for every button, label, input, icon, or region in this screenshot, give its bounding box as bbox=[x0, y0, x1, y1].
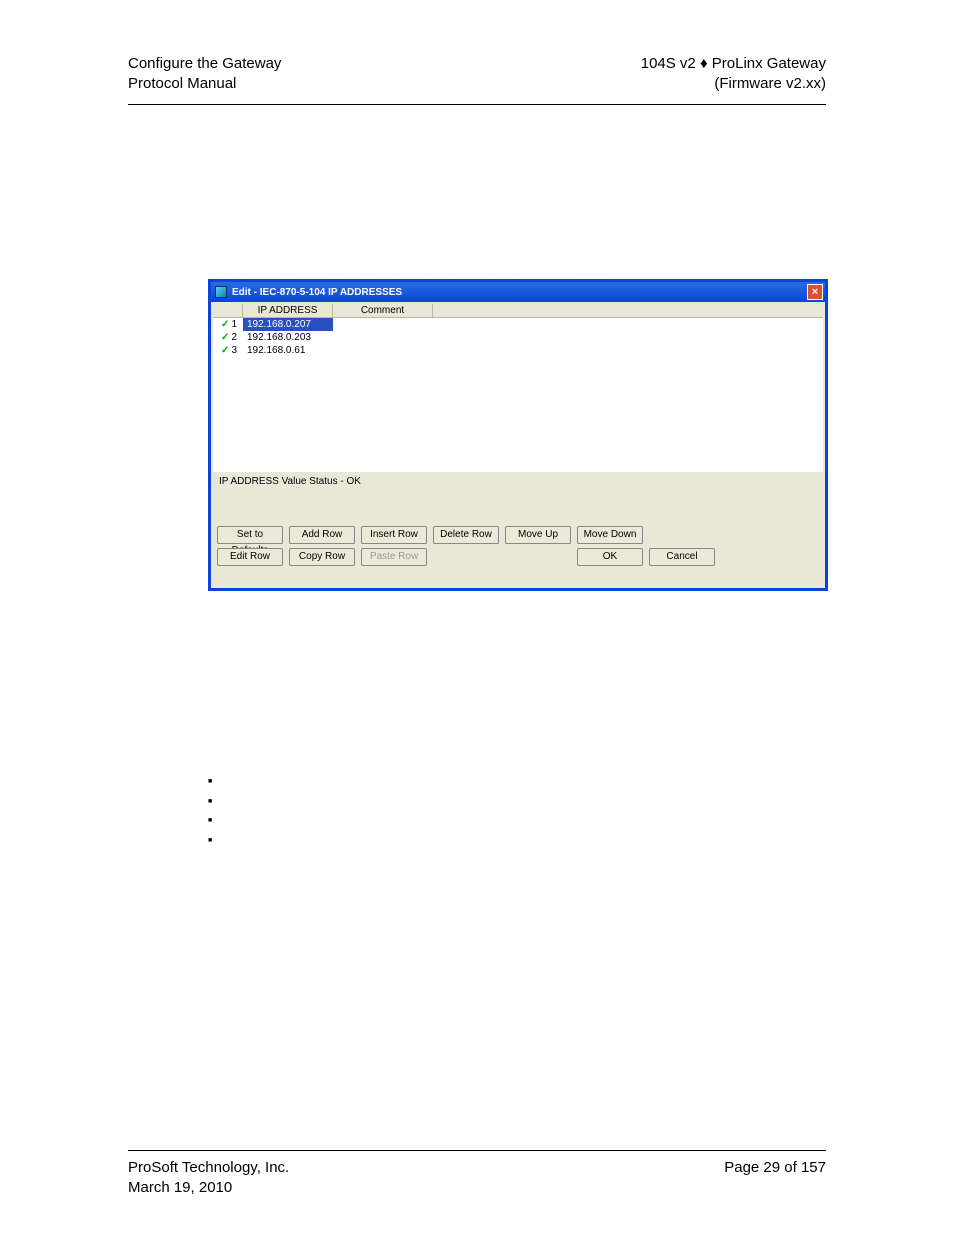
edit-ip-addresses-dialog: Edit - IEC-870-5-104 IP ADDRESSES × IP A… bbox=[208, 279, 828, 591]
header-right: 104S v2 ♦ ProLinx Gateway (Firmware v2.x… bbox=[641, 54, 826, 95]
row-comment[interactable] bbox=[333, 318, 433, 331]
row-check: ✓2 bbox=[213, 331, 243, 344]
footer-date: March 19, 2010 bbox=[128, 1178, 289, 1198]
col-blank bbox=[213, 304, 243, 317]
paragraph-4: If PCB cannot connect to the slave drive… bbox=[208, 658, 826, 697]
row-ip[interactable]: 192.168.0.203 bbox=[243, 331, 333, 344]
bullet-list: set or adjust the I/O scheduling clock p… bbox=[208, 772, 782, 850]
close-icon[interactable]: × bbox=[807, 284, 823, 300]
table-row[interactable]: ✓1 192.168.0.207 bbox=[213, 318, 823, 331]
subhead-sntp: SNTP Support bbox=[208, 716, 306, 732]
header-left-2: Protocol Manual bbox=[128, 74, 281, 94]
cancel-button[interactable]: Cancel bbox=[649, 548, 715, 566]
table-row[interactable]: ✓2 192.168.0.203 bbox=[213, 331, 823, 344]
app-icon bbox=[215, 286, 227, 298]
ip-grid[interactable]: IP ADDRESS Comment ✓1 192.168.0.207 ✓2 1… bbox=[213, 304, 823, 472]
row-ip[interactable]: 192.168.0.61 bbox=[243, 344, 333, 357]
status-text: IP ADDRESS Value Status - OK bbox=[211, 472, 825, 524]
page-footer: ProSoft Technology, Inc. March 19, 2010 … bbox=[128, 1158, 826, 1199]
footer-rule bbox=[128, 1150, 826, 1151]
edit-row-button[interactable]: Edit Row bbox=[217, 548, 283, 566]
grid-header: IP ADDRESS Comment bbox=[213, 304, 823, 318]
header-left-1: Configure the Gateway bbox=[128, 54, 281, 74]
header-right-1: 104S v2 ♦ ProLinx Gateway bbox=[641, 54, 826, 74]
dialog-title: Edit - IEC-870-5-104 IP ADDRESSES bbox=[232, 287, 402, 298]
set-to-defaults-button[interactable]: Set to Defaults bbox=[217, 526, 283, 544]
list-item: set or adjust the I/O scheduling clock bbox=[208, 772, 782, 792]
copy-row-button[interactable]: Copy Row bbox=[289, 548, 355, 566]
button-row-2: Edit Row Copy Row Paste Row OK Cancel bbox=[211, 546, 825, 568]
row-ip[interactable]: 192.168.0.207 bbox=[243, 318, 333, 331]
col-comment[interactable]: Comment bbox=[333, 304, 433, 317]
button-row-1: Set to Defaults Add Row Insert Row Delet… bbox=[211, 524, 825, 546]
header-rule bbox=[128, 104, 826, 105]
header-left: Configure the Gateway Protocol Manual bbox=[128, 54, 281, 95]
paragraph-5: SNTP is used for time synchronization of… bbox=[208, 735, 826, 774]
footer-company: ProSoft Technology, Inc. bbox=[128, 1158, 289, 1178]
section-title: 2.3.2 IEC-870-5-104 IP Addresses bbox=[132, 154, 436, 177]
row-comment[interactable] bbox=[333, 344, 433, 357]
dialog-titlebar: Edit - IEC-870-5-104 IP ADDRESSES × bbox=[211, 282, 825, 302]
row-check: ✓3 bbox=[213, 344, 243, 357]
col-ip[interactable]: IP ADDRESS bbox=[243, 304, 333, 317]
move-down-button[interactable]: Move Down bbox=[577, 526, 643, 544]
list-item: provide the reference clock for all prod… bbox=[208, 831, 782, 851]
paragraph-1: This section enters the IP addresses for… bbox=[208, 190, 826, 229]
paste-row-button: Paste Row bbox=[361, 548, 427, 566]
paragraph-3: In the example above, the unit will acce… bbox=[208, 600, 826, 659]
footer-left: ProSoft Technology, Inc. March 19, 2010 bbox=[128, 1158, 289, 1199]
spacer bbox=[433, 548, 571, 566]
table-row[interactable]: ✓3 192.168.0.61 bbox=[213, 344, 823, 357]
row-check: ✓1 bbox=[213, 318, 243, 331]
footer-page: Page 29 of 157 bbox=[724, 1158, 826, 1199]
header-right-2: (Firmware v2.xx) bbox=[641, 74, 826, 94]
row-comment[interactable] bbox=[333, 331, 433, 344]
add-row-button[interactable]: Add Row bbox=[289, 526, 355, 544]
page-header: Configure the Gateway Protocol Manual 10… bbox=[128, 54, 826, 95]
insert-row-button[interactable]: Insert Row bbox=[361, 526, 427, 544]
list-item: provide consistent times for scheduled d… bbox=[208, 811, 782, 831]
list-item: provide timestamps for messages bbox=[208, 792, 782, 812]
move-up-button[interactable]: Move Up bbox=[505, 526, 571, 544]
delete-row-button[interactable]: Delete Row bbox=[433, 526, 499, 544]
ok-button[interactable]: OK bbox=[577, 548, 643, 566]
